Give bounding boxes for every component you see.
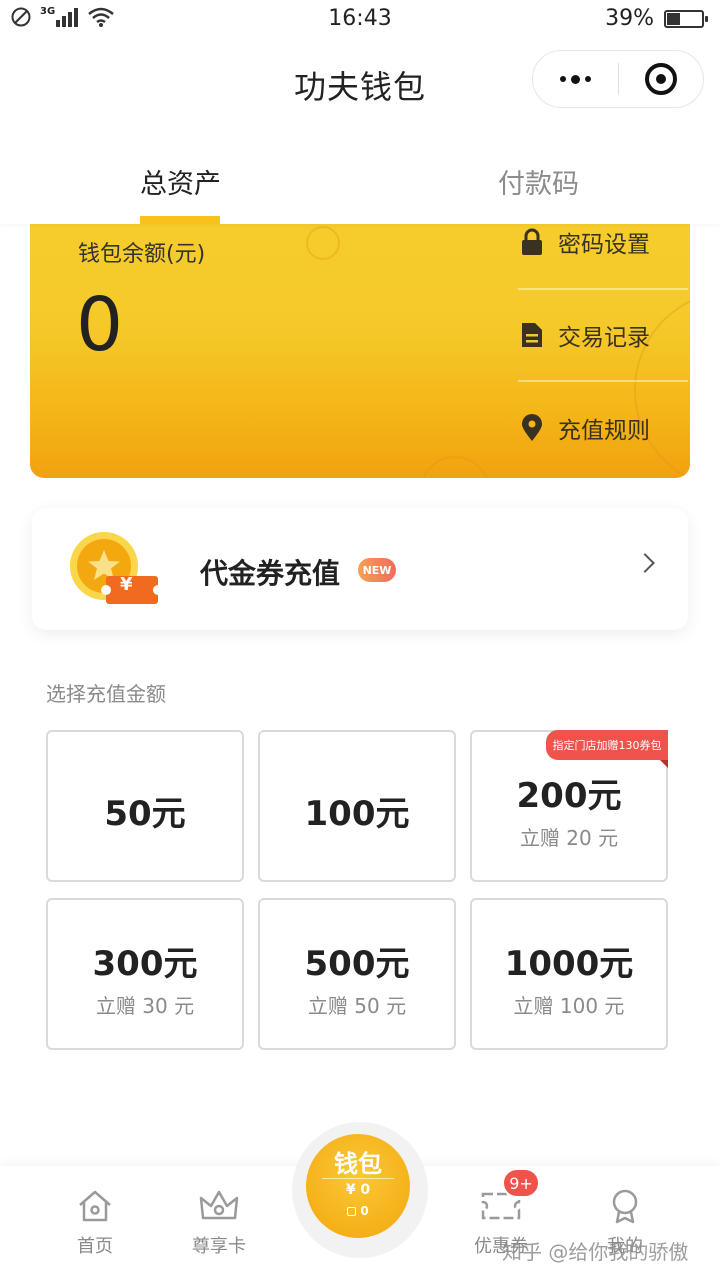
- nav-home[interactable]: 首页: [40, 1180, 150, 1257]
- transaction-records-label: 交易记录: [558, 325, 650, 351]
- lock-icon: [522, 228, 542, 255]
- password-settings-button[interactable]: 密码设置: [520, 196, 688, 288]
- watermark: 知乎 @给你我的骄傲: [502, 1240, 689, 1264]
- home-icon: [79, 1190, 111, 1222]
- amount-option-300[interactable]: 300元 立赠 30 元: [46, 898, 244, 1050]
- wallet-money: ¥ 0: [345, 1182, 371, 1198]
- password-settings-label: 密码设置: [558, 232, 650, 258]
- wallet-coupons: 0: [306, 1204, 410, 1218]
- amount-option-500[interactable]: 500元 立赠 50 元: [258, 898, 456, 1050]
- battery-icon: [664, 9, 708, 28]
- amount-value: 1000元: [504, 944, 634, 984]
- crown-icon: [199, 1190, 239, 1220]
- amount-option-200[interactable]: 指定门店加赠130券包 200元 立赠 20 元: [470, 730, 668, 882]
- chevron-right-icon: [635, 553, 655, 573]
- amount-option-100[interactable]: 100元: [258, 730, 456, 882]
- more-dots-icon: [559, 74, 591, 84]
- recharge-section-label: 选择充值金额: [46, 682, 166, 706]
- balance-value: 0: [76, 282, 124, 368]
- wallet-coupon-icon: [347, 1207, 357, 1216]
- location-pin-icon: [522, 414, 542, 441]
- coupon-count-badge: 9+: [502, 1168, 540, 1198]
- amount-bonus: 立赠 30 元: [95, 994, 195, 1018]
- tab-total-assets[interactable]: 总资产: [140, 162, 221, 201]
- amount-value: 200元: [516, 776, 622, 816]
- wallet-center-button[interactable]: 钱包 ¥ 0 0: [306, 1134, 410, 1238]
- amount-value: 50元: [104, 794, 186, 834]
- nav-coupons[interactable]: 优惠券: [446, 1180, 556, 1257]
- amount-bonus: 立赠 50 元: [307, 994, 407, 1018]
- document-icon: [522, 323, 542, 347]
- recharge-rules-button[interactable]: 充值规则: [520, 382, 688, 474]
- app-header: 功夫钱包: [0, 38, 720, 130]
- wallet-divider: [322, 1178, 394, 1179]
- amount-bonus: 立赠 20 元: [519, 826, 619, 850]
- wallet-coupon-count: 0: [360, 1204, 369, 1218]
- decor-circle: [420, 456, 490, 478]
- wallet-title: 钱包: [334, 1150, 382, 1178]
- new-badge: NEW: [358, 558, 396, 582]
- close-button[interactable]: [619, 51, 704, 107]
- nav-vip-card-label: 尊享卡: [192, 1236, 246, 1257]
- status-right: 39%: [605, 6, 708, 31]
- coin-ticket-icon: [70, 532, 163, 604]
- profile-medal-icon: [612, 1189, 638, 1224]
- nav-profile[interactable]: 我的: [570, 1180, 680, 1257]
- amount-value: 100元: [304, 794, 410, 834]
- recharge-rules-label: 充值规则: [558, 418, 650, 444]
- amount-value: 500元: [304, 944, 410, 984]
- tab-active-indicator: [140, 216, 220, 224]
- nav-vip-card[interactable]: 尊享卡: [164, 1180, 274, 1257]
- nav-home-label: 首页: [77, 1236, 113, 1257]
- amount-option-1000[interactable]: 1000元 立赠 100 元: [470, 898, 668, 1050]
- status-bar: 3G 16:43 39%: [0, 0, 720, 38]
- target-close-icon: [644, 63, 677, 95]
- voucher-coin-symbol: ¥: [120, 574, 133, 595]
- decor-circle: [306, 226, 340, 260]
- battery-level: [667, 12, 681, 25]
- voucher-title: 代金券充值: [200, 557, 341, 590]
- promo-tag: 指定门店加赠130券包: [546, 730, 668, 768]
- amount-value: 300元: [92, 944, 198, 984]
- battery-percent: 39%: [605, 6, 654, 31]
- menu-capsule: [532, 50, 704, 108]
- more-button[interactable]: [533, 51, 618, 107]
- balance-label: 钱包余额(元): [78, 242, 206, 267]
- amount-option-50[interactable]: 50元: [46, 730, 244, 882]
- voucher-recharge-banner[interactable]: ¥ 代金券充值 NEW: [32, 508, 688, 630]
- amount-bonus: 立赠 100 元: [513, 994, 625, 1018]
- transaction-records-button[interactable]: 交易记录: [520, 289, 688, 381]
